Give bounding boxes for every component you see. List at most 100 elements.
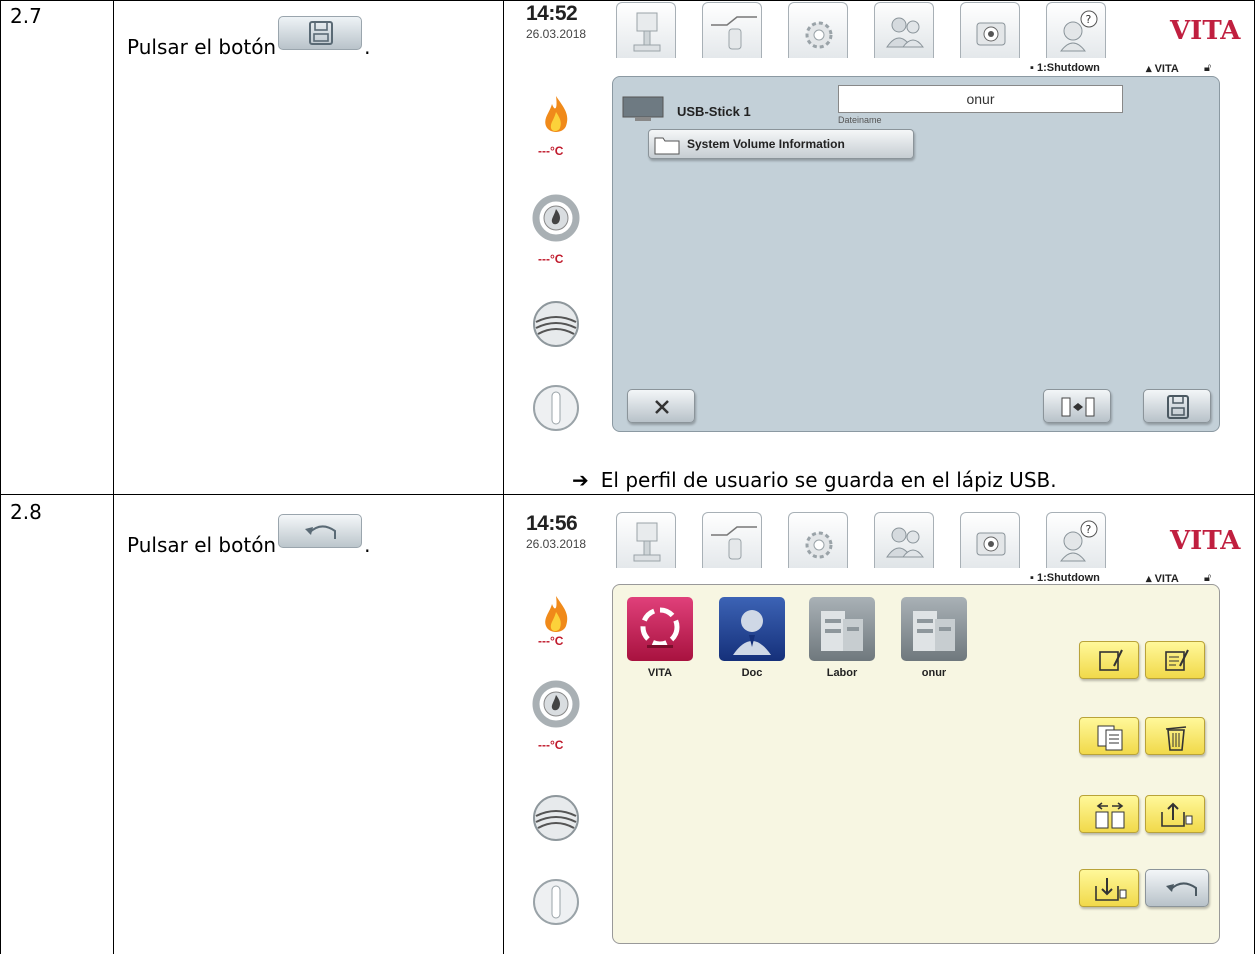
exchange-icon: [1095, 802, 1125, 829]
folder-button[interactable]: System Volume Information: [648, 129, 914, 159]
camera-icon: [976, 532, 1006, 556]
edit-icon: [1165, 649, 1189, 671]
instruction-back-button: [278, 514, 363, 548]
save-button[interactable]: [1143, 389, 1211, 423]
table-border-top: [0, 0, 1255, 1]
cycle-icon[interactable]: [530, 192, 582, 244]
tab-furnace[interactable]: [616, 2, 676, 58]
vacuum-icon[interactable]: [530, 792, 582, 844]
svg-text:?: ?: [1086, 13, 1092, 26]
furnace-icon: [633, 12, 661, 52]
clock-time: 14:56: [526, 512, 578, 535]
filename-caption: Dateiname: [838, 115, 882, 125]
clock: 14:52 26.03.2018: [526, 2, 586, 41]
instruction-save-button: [278, 16, 363, 50]
usb-panel: USB-Stick 1 onur Dateiname System Volume…: [612, 76, 1220, 432]
usb-label: USB-Stick 1: [677, 104, 751, 119]
instruction-text: Pulsar el botón: [127, 35, 277, 59]
tab-camera[interactable]: [960, 512, 1020, 568]
user-profiles-panel: VITA Doc Labor onur: [612, 584, 1220, 944]
program-curve-icon: [711, 526, 757, 560]
profile-doc[interactable]: [719, 597, 785, 661]
export-usb-button[interactable]: [1145, 795, 1205, 833]
clock-time: 14:52: [526, 2, 578, 25]
building-icon: [821, 611, 863, 651]
doctor-icon: [733, 610, 771, 655]
tab-settings[interactable]: [788, 2, 848, 58]
vacuum-icon[interactable]: [530, 298, 582, 350]
back-arrow-icon: [1166, 882, 1197, 896]
instruction-suffix: .: [364, 35, 371, 59]
tab-furnace[interactable]: [616, 512, 676, 568]
edit-profile-button[interactable]: [1145, 641, 1205, 679]
export-usb-icon: [1161, 802, 1193, 827]
temperature-top: ---°C: [538, 634, 564, 648]
table-row-divider: [0, 494, 1255, 495]
filename-input[interactable]: onur: [838, 85, 1123, 113]
profile-label: Labor: [826, 667, 858, 679]
power-icon[interactable]: [530, 876, 582, 928]
copy-profile-button[interactable]: [1079, 717, 1139, 755]
tab-help[interactable]: ?: [1046, 2, 1106, 58]
gear-icon: [805, 531, 833, 559]
power-icon[interactable]: [530, 382, 582, 434]
profile-vita[interactable]: [627, 597, 693, 661]
instruction-text: Pulsar el botón: [127, 533, 277, 557]
lock-icon: 🔓︎: [1204, 62, 1212, 74]
tab-program[interactable]: [702, 2, 762, 58]
folder-icon: [654, 137, 680, 155]
users-icon: [886, 17, 924, 48]
save-icon: [1167, 395, 1189, 419]
tab-users[interactable]: [874, 2, 934, 58]
new-document-icon: [1099, 649, 1123, 671]
users-icon: [886, 527, 924, 558]
clock-date: 26.03.2018: [526, 537, 587, 551]
help-icon: ?: [1059, 10, 1098, 52]
status-bar: ▪ 1:Shutdown ▴ VITA 🔓︎: [610, 58, 1232, 78]
help-icon: ?: [1059, 520, 1098, 562]
camera-icon: [976, 22, 1006, 46]
flame-icon: [545, 96, 568, 132]
delete-profile-button[interactable]: [1145, 717, 1205, 755]
furnace-screen: 14:56 26.03.2018 ? VITA ▪ 1:Shutdown ▴ V…: [520, 512, 1240, 952]
step-number: 2.7: [10, 4, 42, 28]
result-arrow: ➔: [572, 468, 589, 492]
gear-icon: [805, 21, 833, 49]
save-icon: [309, 21, 334, 45]
step-instruction: Pulsar el botón .: [127, 514, 371, 562]
table-column-divider-1: [113, 0, 114, 954]
vita-logo: VITA: [1170, 16, 1241, 46]
monitor-icon: [622, 96, 664, 121]
tab-help[interactable]: ?: [1046, 512, 1106, 568]
usb-transfer-icon: [1061, 397, 1095, 417]
instruction-suffix: .: [364, 533, 371, 557]
usb-transfer-button[interactable]: [1043, 389, 1111, 423]
tab-program[interactable]: [702, 512, 762, 568]
step-result: ➔ El perfil de usuario se guarda en el l…: [572, 468, 1057, 492]
step-number: 2.8: [10, 500, 42, 524]
table-border-left: [0, 0, 1, 954]
clock-date: 26.03.2018: [526, 27, 587, 41]
new-profile-button[interactable]: [1079, 641, 1139, 679]
trash-icon: [1165, 726, 1187, 751]
furnace-icon: [633, 522, 661, 562]
clock: 14:56 26.03.2018: [526, 512, 586, 551]
exchange-profile-button[interactable]: [1079, 795, 1139, 833]
cancel-button[interactable]: [627, 389, 695, 423]
tab-users[interactable]: [874, 512, 934, 568]
tab-settings[interactable]: [788, 512, 848, 568]
close-icon: [655, 400, 669, 414]
vita-logo: VITA: [1170, 526, 1241, 556]
program-curve-icon: [711, 16, 757, 50]
profile-label: VITA: [647, 667, 673, 679]
profile-onur[interactable]: [901, 597, 967, 661]
profile-labor[interactable]: [809, 597, 875, 661]
back-button[interactable]: [1145, 869, 1209, 907]
status-shutdown: ▪ 1:Shutdown: [1030, 572, 1100, 584]
tab-camera[interactable]: [960, 2, 1020, 58]
vita-profile-icon: [640, 607, 680, 648]
table-column-divider-2: [503, 0, 504, 954]
import-usb-button[interactable]: [1079, 869, 1139, 907]
cycle-icon[interactable]: [530, 678, 582, 730]
svg-text:?: ?: [1086, 523, 1092, 536]
